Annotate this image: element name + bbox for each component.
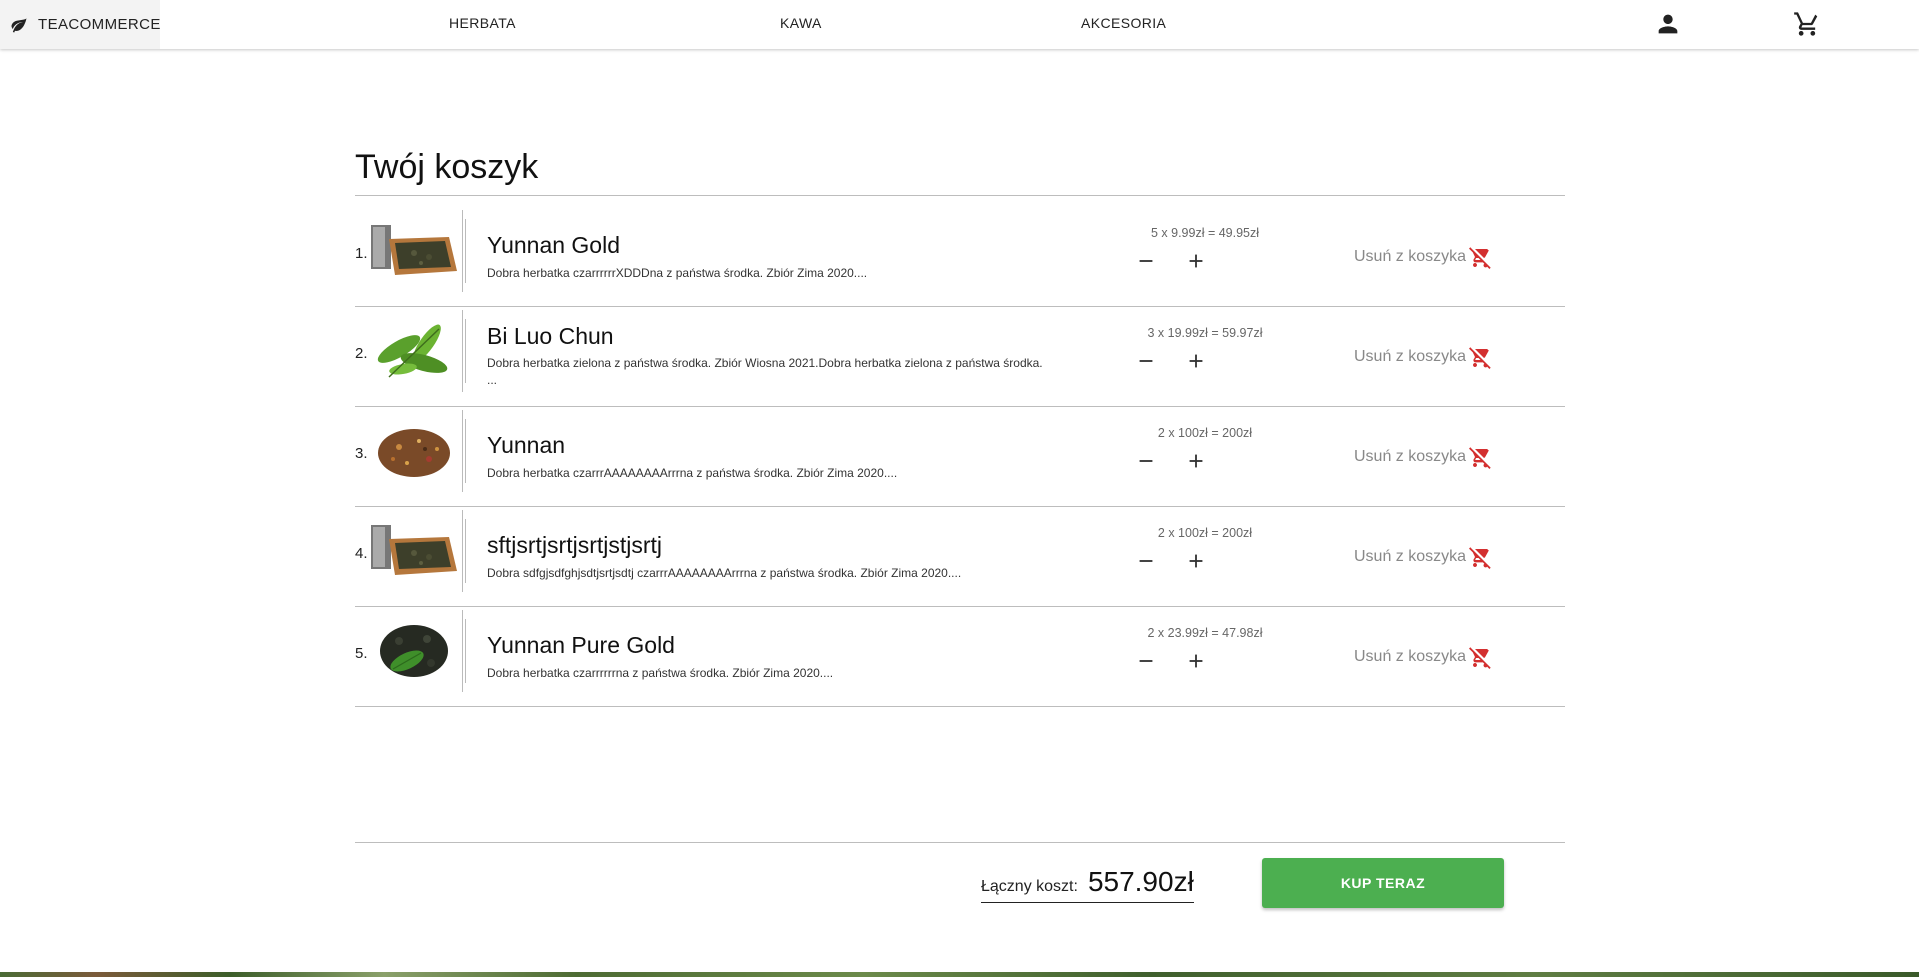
cart-item-description: Dobra sdfgjsdfghjsdtjsrtjsdtj czarrrAAAA… bbox=[487, 566, 962, 580]
cart-item-name[interactable]: Yunnan Pure Gold bbox=[487, 632, 675, 659]
tea-box-image[interactable] bbox=[369, 219, 466, 283]
total-cost: Łączny koszt: 557.90zł bbox=[981, 866, 1194, 903]
cart-item-index: 1. bbox=[355, 245, 368, 262]
cart-item-index: 4. bbox=[355, 545, 368, 562]
remove-cart-icon bbox=[1468, 545, 1492, 569]
cart-item-description: Dobra herbatka czarrrrrrXDDDna z państwa… bbox=[487, 266, 868, 280]
divider bbox=[462, 310, 463, 392]
cart-item-name[interactable]: Yunnan bbox=[487, 432, 565, 459]
nav-link-akcesoria[interactable]: AKCESORIA bbox=[1081, 15, 1166, 31]
nav-link-herbata[interactable]: HERBATA bbox=[449, 15, 516, 31]
cart-item: 1. Yunnan Gold Dobra herbatka czarrrrrrXDD… bbox=[355, 210, 1565, 310]
divider bbox=[462, 610, 463, 692]
nav-link-kawa[interactable]: KAWA bbox=[780, 15, 822, 31]
remove-from-cart-button[interactable]: Usuń z koszyka bbox=[1354, 445, 1492, 469]
cart-item-name[interactable]: Yunnan Gold bbox=[487, 232, 620, 259]
remove-from-cart-button[interactable]: Usuń z koszyka bbox=[1354, 345, 1492, 369]
total-value: 557.90zł bbox=[1087, 866, 1194, 897]
divider bbox=[355, 195, 1565, 196]
remove-from-cart-button[interactable]: Usuń z koszyka bbox=[1354, 645, 1492, 669]
cart-item: 2. Bi Luo Chun Dobra herbatka zielona z pa… bbox=[355, 310, 1565, 410]
remove-label: Usuń z koszyka bbox=[1354, 448, 1467, 465]
cart-item: 5. Yunnan Pure Gold Dobra herbatka czarrrr… bbox=[355, 610, 1565, 710]
leaf-icon bbox=[10, 16, 28, 34]
increase-quantity-button[interactable] bbox=[1185, 350, 1207, 372]
cart-item-description: Dobra herbatka czarrrrrrna z państwa śro… bbox=[487, 666, 834, 680]
increase-quantity-button[interactable] bbox=[1185, 450, 1207, 472]
divider bbox=[355, 842, 1565, 843]
remove-label: Usuń z koszyka bbox=[1354, 248, 1467, 265]
cart-item-description: Dobra herbatka zielona z państwa środka.… bbox=[487, 356, 1043, 387]
cart-item-index: 5. bbox=[355, 645, 368, 662]
increase-quantity-button[interactable] bbox=[1185, 550, 1207, 572]
footer-image-strip bbox=[0, 972, 1919, 977]
remove-cart-icon bbox=[1468, 445, 1492, 469]
remove-label: Usuń z koszyka bbox=[1354, 348, 1467, 365]
divider bbox=[462, 410, 463, 492]
increase-quantity-button[interactable] bbox=[1185, 650, 1207, 672]
divider bbox=[355, 306, 1565, 307]
divider bbox=[355, 406, 1565, 407]
cart-item-price-calc: 2 x 100zł = 200zł bbox=[1157, 426, 1253, 440]
divider bbox=[462, 510, 463, 592]
green-tea-leaves-image[interactable] bbox=[369, 319, 466, 383]
cart-item-price-calc: 3 x 19.99zł = 59.97zł bbox=[1147, 326, 1263, 340]
decrease-quantity-button[interactable] bbox=[1135, 550, 1157, 572]
cart-item-description: Dobra herbatka czarrrAAAAAAAArrrna z pań… bbox=[487, 466, 898, 480]
remove-cart-icon bbox=[1468, 245, 1492, 269]
divider bbox=[355, 606, 1565, 607]
remove-cart-icon bbox=[1468, 345, 1492, 369]
tea-box-image[interactable] bbox=[369, 519, 466, 583]
cart-item: 4. sftjsrtjsrtjsrtjstjsrtj Dobra sdfgjsdfg… bbox=[355, 510, 1565, 610]
cart-item-name[interactable]: sftjsrtjsrtjsrtjstjsrtj bbox=[487, 532, 662, 559]
total-label: Łączny koszt: bbox=[981, 878, 1078, 895]
loose-tea-image[interactable] bbox=[369, 419, 466, 483]
cart-icon[interactable] bbox=[1793, 10, 1821, 38]
cart-item-index: 2. bbox=[355, 345, 368, 362]
cart-item-name[interactable]: Bi Luo Chun bbox=[487, 323, 614, 350]
remove-label: Usuń z koszyka bbox=[1354, 548, 1467, 565]
decrease-quantity-button[interactable] bbox=[1135, 650, 1157, 672]
divider bbox=[355, 706, 1565, 707]
decrease-quantity-button[interactable] bbox=[1135, 250, 1157, 272]
page-title: Twój koszyk bbox=[355, 148, 539, 186]
cart-item-index: 3. bbox=[355, 445, 368, 462]
decrease-quantity-button[interactable] bbox=[1135, 450, 1157, 472]
divider bbox=[462, 210, 463, 292]
divider bbox=[355, 506, 1565, 507]
account-icon[interactable] bbox=[1654, 10, 1682, 38]
remove-label: Usuń z koszyka bbox=[1354, 648, 1467, 665]
decrease-quantity-button[interactable] bbox=[1135, 350, 1157, 372]
dark-tea-leaf-image[interactable] bbox=[369, 619, 466, 683]
brand-name: TEACOMMERCE bbox=[38, 16, 161, 33]
brand-logo[interactable]: TEACOMMERCE bbox=[0, 0, 160, 49]
cart-item-price-calc: 2 x 100zł = 200zł bbox=[1157, 526, 1253, 540]
cart-item-price-calc: 5 x 9.99zł = 49.95zł bbox=[1150, 226, 1260, 240]
increase-quantity-button[interactable] bbox=[1185, 250, 1207, 272]
cart-item-price-calc: 2 x 23.99zł = 47.98zł bbox=[1147, 626, 1263, 640]
remove-cart-icon bbox=[1468, 645, 1492, 669]
remove-from-cart-button[interactable]: Usuń z koszyka bbox=[1354, 245, 1492, 269]
remove-from-cart-button[interactable]: Usuń z koszyka bbox=[1354, 545, 1492, 569]
buy-now-button[interactable]: KUP TERAZ bbox=[1262, 858, 1504, 908]
top-navbar: TEACOMMERCE HERBATA KAWA AKCESORIA bbox=[0, 0, 1919, 49]
cart-item: 3. Yunnan Dobra herbatka czarrrAAAAAAAArrr… bbox=[355, 410, 1565, 510]
